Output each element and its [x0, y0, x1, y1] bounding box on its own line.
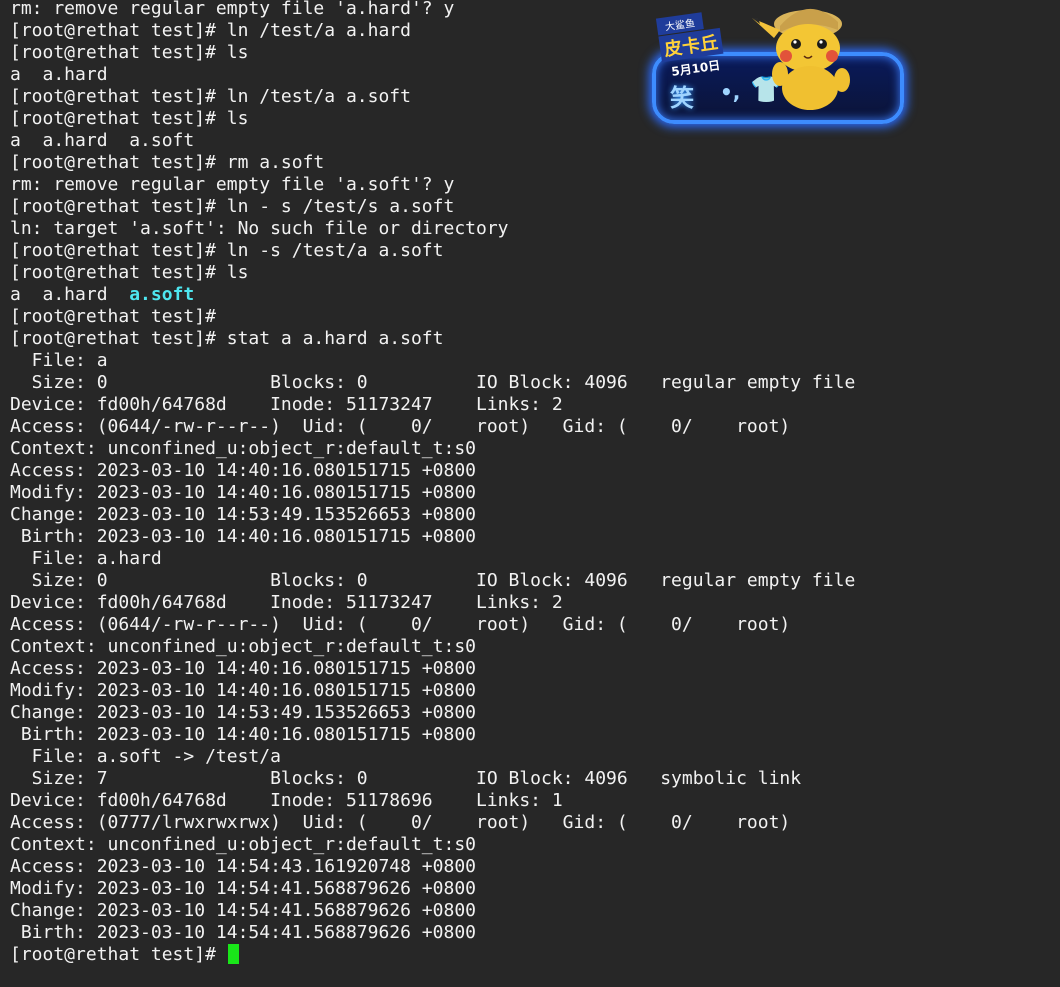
terminal-line: Access: 2023-03-10 14:40:16.080151715 +0…	[10, 658, 476, 679]
terminal-line: [root@rethat test]# ls	[10, 262, 249, 283]
pikachu-icon	[752, 8, 850, 110]
shell-prompt: [root@rethat test]#	[10, 944, 227, 965]
terminal-line: Access: 2023-03-10 14:40:16.080151715 +0…	[10, 460, 476, 481]
terminal-line: Access: (0644/-rw-r--r--) Uid: ( 0/ root…	[10, 614, 791, 635]
ls-output-plain: a a.hard	[10, 284, 130, 305]
terminal-line: ln: target 'a.soft': No such file or dir…	[10, 218, 509, 239]
terminal-line: Access: 2023-03-10 14:54:43.161920748 +0…	[10, 856, 476, 877]
terminal-line: Birth: 2023-03-10 14:54:41.568879626 +08…	[10, 922, 476, 943]
terminal-line: Size: 0 Blocks: 0 IO Block: 4096 regular…	[10, 570, 856, 591]
terminal-output: rm: remove regular empty file 'a.hard'? …	[10, 0, 855, 966]
terminal-line: Modify: 2023-03-10 14:40:16.080151715 +0…	[10, 680, 476, 701]
terminal-prompt-line[interactable]: [root@rethat test]#	[10, 944, 855, 966]
banner-tag: 大鲨鱼 皮卡丘 5月10日	[655, 10, 726, 81]
terminal-line: [root@rethat test]#	[10, 306, 216, 327]
terminal-line: Change: 2023-03-10 14:53:49.153526653 +0…	[10, 504, 476, 525]
terminal-line: Context: unconfined_u:object_r:default_t…	[10, 636, 476, 657]
banner-dots: •,	[720, 80, 741, 104]
terminal-line: Access: (0644/-rw-r--r--) Uid: ( 0/ root…	[10, 416, 791, 437]
ls-output-symlink: a.soft	[129, 284, 195, 305]
terminal-line: [root@rethat test]# ln -s /test/a a.soft	[10, 240, 444, 261]
terminal-line: Birth: 2023-03-10 14:40:16.080151715 +08…	[10, 724, 476, 745]
terminal-cursor	[227, 944, 239, 964]
terminal-line: Size: 7 Blocks: 0 IO Block: 4096 symboli…	[10, 768, 802, 789]
terminal-line: Device: fd00h/64768d Inode: 51173247 Lin…	[10, 394, 563, 415]
terminal-line: [root@rethat test]# rm a.soft	[10, 152, 325, 173]
terminal-line: [root@rethat test]# stat a a.hard a.soft	[10, 328, 444, 349]
terminal-line: Size: 0 Blocks: 0 IO Block: 4096 regular…	[10, 372, 856, 393]
terminal-line: File: a.hard	[10, 548, 162, 569]
terminal-line: rm: remove regular empty file 'a.soft'? …	[10, 174, 455, 195]
ad-banner[interactable]: 大鲨鱼 皮卡丘 5月10日 笑 •, 👕	[640, 0, 915, 132]
terminal-line: Device: fd00h/64768d Inode: 51178696 Lin…	[10, 790, 563, 811]
terminal-line: Change: 2023-03-10 14:53:49.153526653 +0…	[10, 702, 476, 723]
terminal-line: a a.hard a.soft	[10, 284, 855, 306]
terminal-line: Access: (0777/lrwxrwxrwx) Uid: ( 0/ root…	[10, 812, 791, 833]
terminal-line: [root@rethat test]# ln - s /test/s a.sof…	[10, 196, 455, 217]
terminal-line: File: a.soft -> /test/a	[10, 746, 281, 767]
terminal-line: Change: 2023-03-10 14:54:41.568879626 +0…	[10, 900, 476, 921]
terminal-line: Birth: 2023-03-10 14:40:16.080151715 +08…	[10, 526, 476, 547]
terminal-line: File: a	[10, 350, 108, 371]
terminal-line: Context: unconfined_u:object_r:default_t…	[10, 438, 476, 459]
terminal-window[interactable]: rm: remove regular empty file 'a.hard'? …	[0, 0, 1060, 987]
terminal-line: Modify: 2023-03-10 14:40:16.080151715 +0…	[10, 482, 476, 503]
terminal-line: Context: unconfined_u:object_r:default_t…	[10, 834, 476, 855]
banner-sign: 笑	[670, 84, 694, 112]
terminal-line: Modify: 2023-03-10 14:54:41.568879626 +0…	[10, 878, 476, 899]
terminal-line: a a.hard a.soft	[10, 130, 195, 151]
terminal-line: Device: fd00h/64768d Inode: 51173247 Lin…	[10, 592, 563, 613]
